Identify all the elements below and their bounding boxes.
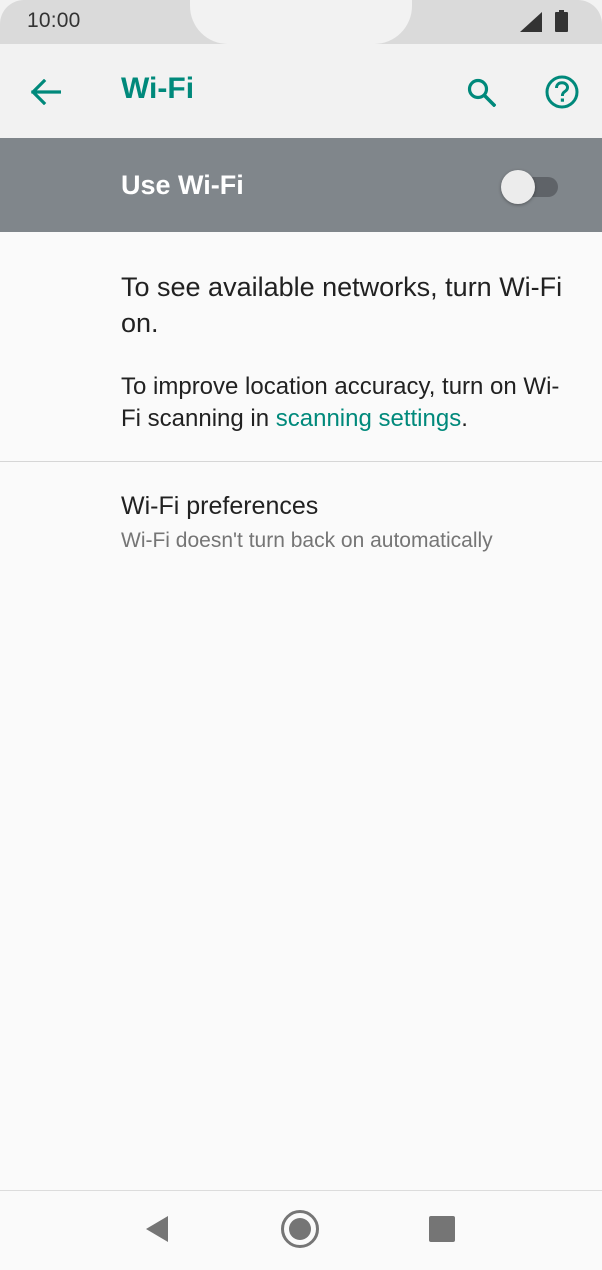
- use-wifi-switch-bar[interactable]: Use Wi-Fi: [0, 138, 602, 232]
- scanning-hint: To improve location accuracy, turn on Wi…: [121, 371, 571, 435]
- help-button[interactable]: [539, 69, 585, 115]
- status-corner-right: [578, 0, 602, 24]
- arrow-back-icon: [31, 79, 61, 105]
- page-title: Wi-Fi: [121, 72, 195, 105]
- search-button[interactable]: [458, 69, 504, 115]
- use-wifi-label: Use Wi-Fi: [121, 170, 244, 200]
- nav-home-icon[interactable]: [280, 1209, 320, 1249]
- wifi-off-message: To see available networks, turn Wi-Fi on…: [121, 272, 563, 338]
- search-icon: [466, 77, 496, 107]
- back-button[interactable]: [23, 69, 69, 115]
- signal-icon: [520, 12, 542, 32]
- scanning-hint-suffix: .: [461, 405, 468, 432]
- wifi-preferences-title: Wi-Fi preferences: [121, 492, 319, 520]
- app-bar: Wi-Fi: [0, 44, 602, 138]
- help-icon: [545, 75, 579, 109]
- status-corner-left: [0, 0, 24, 24]
- nav-back-icon[interactable]: [140, 1211, 176, 1247]
- wifi-preferences-summary: Wi-Fi doesn't turn back on automatically: [121, 529, 493, 552]
- nav-recents-icon[interactable]: [428, 1215, 456, 1243]
- wifi-off-info: To see available networks, turn Wi-Fi on…: [0, 232, 602, 462]
- status-time: 10:00: [27, 9, 81, 32]
- wifi-toggle-thumb[interactable]: [501, 170, 535, 204]
- wifi-preferences-item[interactable]: Wi-Fi preferences Wi-Fi doesn't turn bac…: [0, 462, 602, 572]
- scanning-settings-link[interactable]: scanning settings: [276, 405, 461, 432]
- battery-icon: [555, 10, 568, 32]
- navigation-bar: [0, 1191, 602, 1270]
- status-bar: 10:00: [0, 0, 602, 44]
- display-notch: [190, 0, 412, 44]
